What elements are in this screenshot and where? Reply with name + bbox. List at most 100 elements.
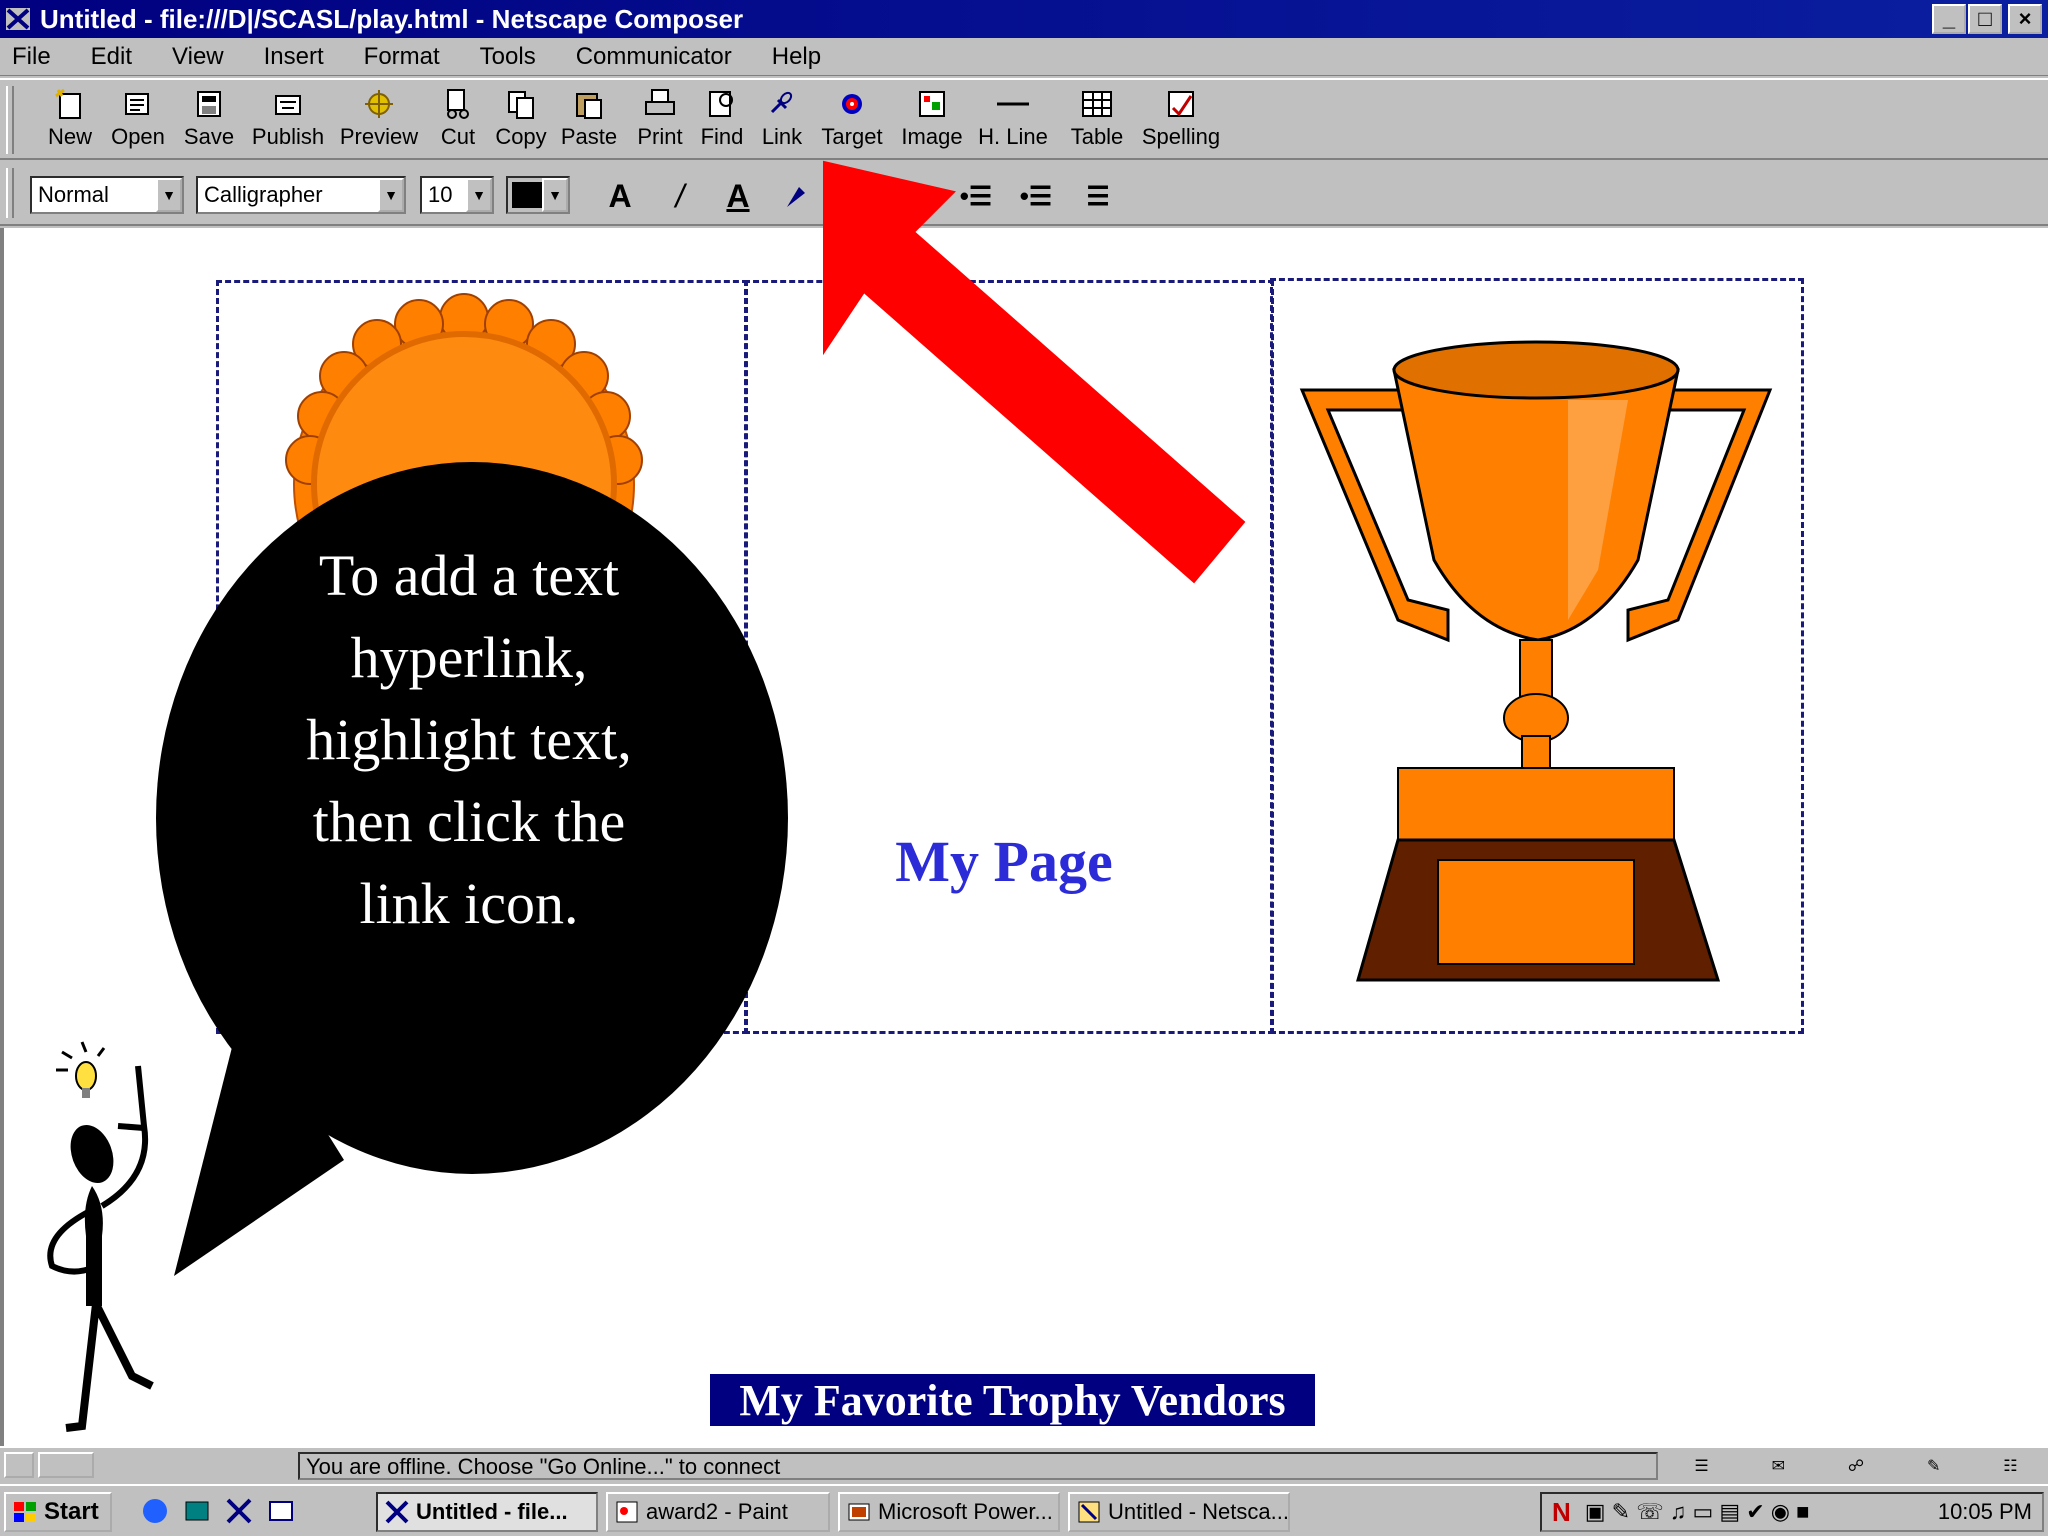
menu-tools[interactable]: Tools [480,43,536,71]
windows-taskbar: Start Untitled - file... award2 - Paint … [0,1484,2048,1536]
system-tray: N ▣ ✎ ☏ ♫ ▭ ▤ ✔ ◉ ■ 10:05 PM [1540,1492,2044,1532]
chevron-down-icon[interactable]: ▼ [378,178,404,212]
new-page-icon [55,88,81,119]
save-button[interactable]: Save [178,84,240,158]
link-button[interactable]: Link [756,84,808,158]
open-label: Open [111,124,165,149]
font-select[interactable]: Calligrapher ▼ [196,176,406,214]
bold-button[interactable]: A [600,176,640,216]
chevron-down-icon[interactable]: ▼ [156,178,182,212]
toolbar-grip[interactable] [6,86,14,154]
link-icon [770,91,793,114]
callout-text: To add a text hyperlink, highlight text,… [234,535,704,945]
link-label: Link [761,124,803,149]
menu-insert[interactable]: Insert [264,43,324,71]
mailbox-icon[interactable]: ✉ [1772,1456,1785,1476]
menu-edit[interactable]: Edit [91,43,132,71]
italic-button[interactable]: / [660,176,700,216]
show-desktop-icon[interactable] [182,1496,212,1526]
table-label: Table [1070,124,1124,149]
discussion-icon[interactable]: ☍ [1848,1456,1864,1476]
image-label: Image [901,124,963,149]
paragraph-style-value: Normal [38,182,109,207]
font-value: Calligrapher [204,182,323,207]
editor-area[interactable]: My Page To add a text hyperlink, highlig… [0,160,2048,1446]
netscape-icon [1078,1501,1100,1523]
window-title: Untitled - file:///D|/SCASL/play.html - … [40,3,744,34]
target-label: Target [821,124,883,149]
spelling-icon [1168,91,1194,117]
save-label: Save [183,124,235,149]
task-paint[interactable]: award2 - Paint [606,1492,830,1532]
paste-button[interactable]: Paste [558,84,620,158]
composer-icon[interactable]: ✎ [1927,1456,1940,1476]
cut-button[interactable]: Cut [432,84,484,158]
format-toolbar-grip[interactable] [6,168,14,218]
menu-view[interactable]: View [172,43,224,71]
netscape-composer-window: Untitled - file:///D|/SCASL/play.html - … [0,0,2048,1536]
target-icon [842,94,862,114]
spelling-label: Spelling [1141,124,1221,149]
outlook-icon[interactable] [266,1496,296,1526]
close-button[interactable]: × [2008,4,2042,34]
offline-icon[interactable] [38,1452,94,1478]
image-icon [919,91,945,117]
font-size-select[interactable]: 10 ▼ [420,176,494,214]
image-button[interactable]: Image [896,84,968,158]
task-netscape[interactable]: Untitled - Netsca... [1068,1492,1290,1532]
trophy-image[interactable] [1298,320,1774,990]
start-button[interactable]: Start [4,1492,112,1532]
navigator-icon[interactable]: ☰ [1694,1456,1708,1476]
chevron-down-icon[interactable]: ▼ [542,178,568,212]
netscape-icon[interactable] [224,1496,254,1526]
font-size-value: 10 [428,182,453,207]
maximize-button[interactable]: □ [1968,4,2002,34]
save-icon [197,91,221,117]
chevron-down-icon[interactable]: ▼ [466,178,492,212]
print-icon [645,89,675,115]
task-label: Microsoft Power... [878,1499,1053,1524]
copy-button[interactable]: Copy [492,84,550,158]
target-button[interactable]: Target [814,84,890,158]
spelling-button[interactable]: Spelling [1138,84,1224,158]
underline-button[interactable]: A [718,176,758,216]
find-button[interactable]: Find [694,84,750,158]
clock[interactable]: 10:05 PM [1938,1499,2032,1525]
menu-file[interactable]: File [12,43,51,71]
page-heading[interactable]: My Page [864,828,1144,895]
menu-communicator[interactable]: Communicator [576,43,732,71]
powerpoint-icon [848,1503,870,1521]
menu-format[interactable]: Format [364,43,440,71]
norton-icon[interactable]: N [1552,1497,1571,1528]
status-bar-icons [4,1452,94,1478]
quick-launch [140,1496,296,1526]
idea-figure-icon [47,1041,154,1432]
task-powerpoint[interactable]: Microsoft Power... [838,1492,1060,1532]
windows-logo-icon [14,1502,36,1522]
security-icon[interactable] [4,1452,34,1478]
publish-button[interactable]: Publish [248,84,328,158]
table-button[interactable]: Table [1064,84,1130,158]
open-icon [125,93,149,115]
publish-label: Publish [251,124,325,149]
hline-button[interactable]: H. Line [976,84,1050,158]
tray-icons[interactable]: ▣ ✎ ☏ ♫ ▭ ▤ ✔ ◉ ■ [1585,1499,1810,1525]
font-color-select[interactable]: ▼ [506,176,570,214]
menu-help[interactable]: Help [772,43,821,71]
composer-app-icon[interactable] [4,4,34,34]
paragraph-style-select[interactable]: Normal ▼ [30,176,184,214]
callout-line-1: To add a text [318,543,620,608]
internet-explorer-icon[interactable] [140,1496,170,1526]
preview-button[interactable]: Preview [336,84,422,158]
addressbook-icon[interactable]: ☷ [2003,1456,2017,1476]
hline-icon [997,102,1029,106]
selected-text-trophy-vendors[interactable]: My Favorite Trophy Vendors [710,1374,1315,1426]
task-untitled-file[interactable]: Untitled - file... [376,1492,598,1532]
new-button[interactable]: New [40,84,100,158]
open-button[interactable]: Open [106,84,170,158]
minimize-button[interactable]: _ [1932,4,1966,34]
task-label: award2 - Paint [646,1499,788,1524]
print-button[interactable]: Print [632,84,688,158]
status-message: You are offline. Choose "Go Online..." t… [298,1452,1658,1480]
print-label: Print [637,124,683,149]
